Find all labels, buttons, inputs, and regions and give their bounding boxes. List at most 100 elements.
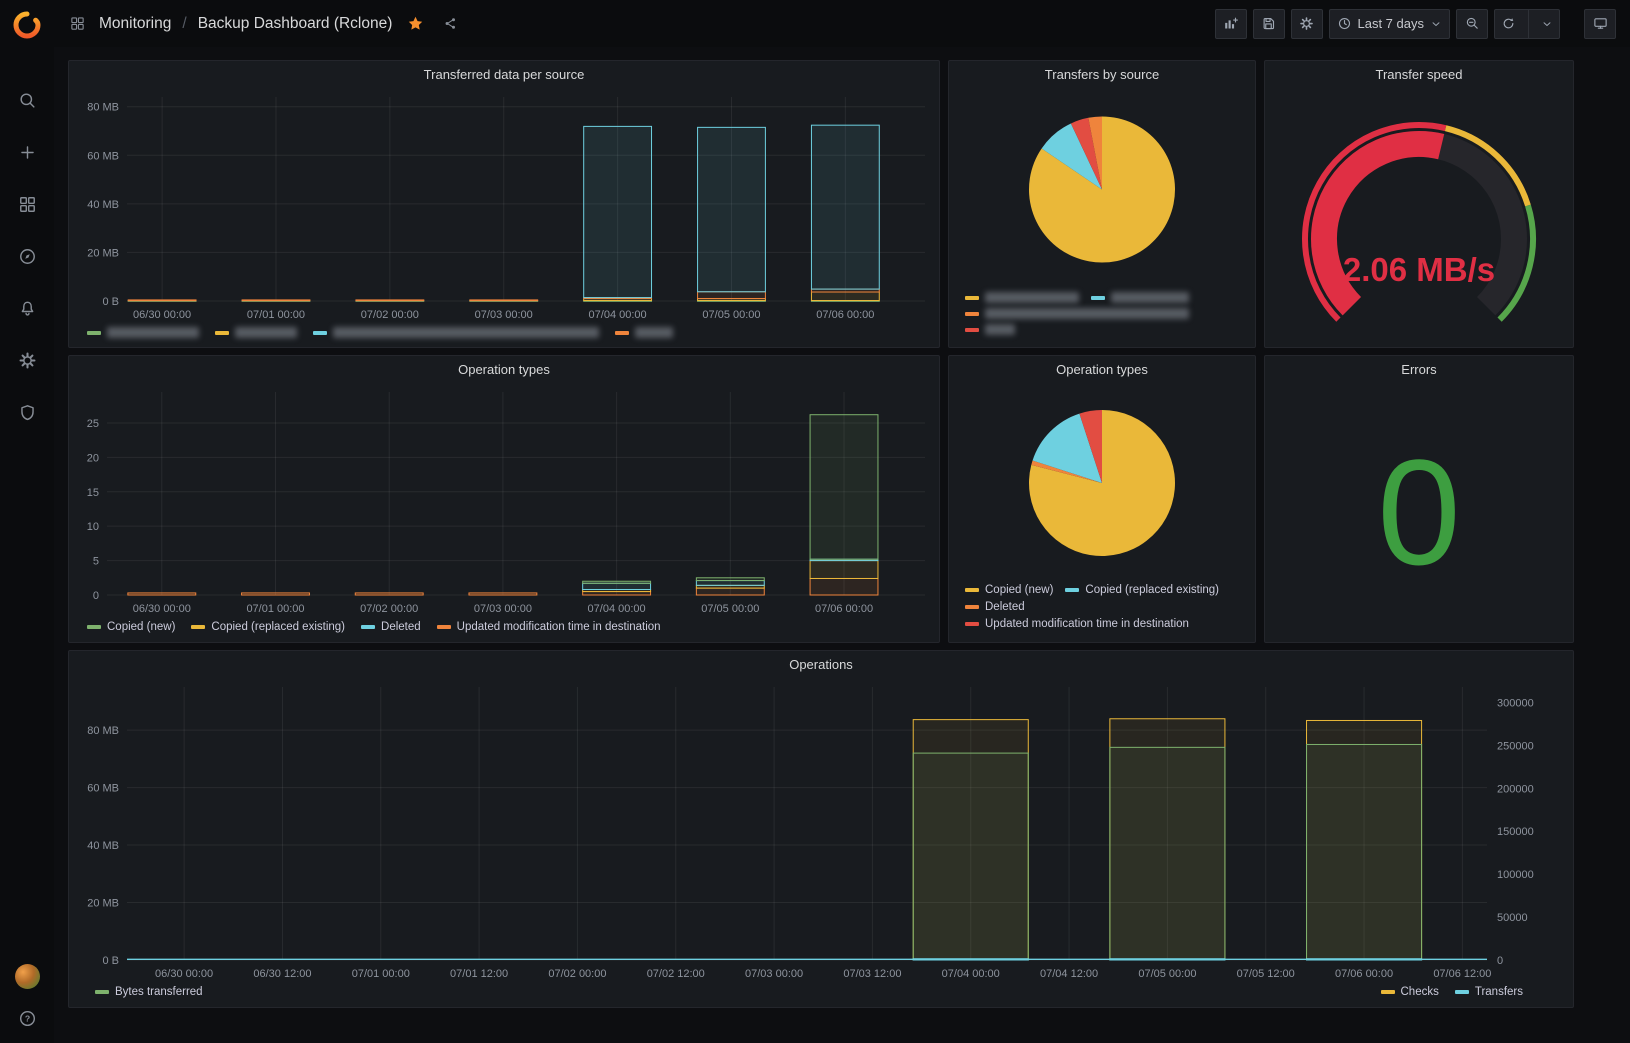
legend-label: Copied (replaced existing) [211, 621, 346, 633]
legend-marker [95, 990, 109, 994]
legend-item[interactable]: Deleted [361, 621, 421, 633]
add-icon[interactable] [12, 137, 42, 167]
legend-label: Bytes transferred [115, 986, 203, 998]
gauge-chart[interactable]: 2.06 MB/s [1265, 87, 1573, 347]
panel-title[interactable]: Transfers by source [949, 61, 1255, 87]
legend-item[interactable] [965, 324, 1015, 335]
svg-text:06/30 00:00: 06/30 00:00 [133, 603, 191, 615]
legend-marker [361, 625, 376, 629]
svg-text:07/04 12:00: 07/04 12:00 [1040, 968, 1098, 980]
legend-label: Deleted [985, 601, 1025, 613]
legend-item[interactable]: Copied (new) [965, 584, 1053, 596]
legend-marker [1091, 295, 1105, 300]
legend-item[interactable]: Checks [1380, 986, 1439, 998]
legend-item[interactable] [1091, 292, 1189, 303]
legend-item[interactable] [313, 327, 599, 338]
legend-marker [87, 625, 101, 629]
svg-text:07/05 00:00: 07/05 00:00 [1138, 968, 1196, 980]
save-dashboard-button[interactable] [1252, 8, 1285, 39]
legend-item[interactable] [965, 292, 1079, 303]
alerting-bell-icon[interactable] [12, 293, 42, 323]
refresh-interval-dropdown[interactable] [1535, 10, 1559, 38]
app-root: ? Monitoring / Backup Dashboard (Rclone) [0, 0, 1630, 1043]
svg-text:07/04 00:00: 07/04 00:00 [588, 603, 646, 615]
panel-operation-types-pie: Operation types Copied (new) Copied (repl… [948, 355, 1256, 643]
pie-chart[interactable] [949, 382, 1255, 584]
legend-label: Checks [1400, 986, 1439, 998]
explore-compass-icon[interactable] [12, 241, 42, 271]
panel-title[interactable]: Operation types [949, 356, 1255, 382]
legend-marker [1065, 588, 1080, 592]
svg-text:2.06 MB/s: 2.06 MB/s [1343, 251, 1495, 288]
star-icon[interactable] [403, 12, 427, 36]
svg-text:07/05 00:00: 07/05 00:00 [701, 603, 759, 615]
legend-item[interactable] [615, 327, 673, 338]
share-icon[interactable] [438, 12, 462, 36]
legend-label: Deleted [381, 621, 421, 633]
svg-text:60 MB: 60 MB [87, 783, 119, 795]
dashboards-grid-icon[interactable] [66, 13, 88, 35]
refresh-button[interactable] [1495, 10, 1522, 38]
cycle-view-button[interactable] [1584, 8, 1616, 39]
user-avatar[interactable] [14, 964, 40, 989]
legend-item[interactable]: Copied (replaced existing) [1065, 584, 1219, 596]
legend-item[interactable] [965, 308, 1189, 319]
time-range-label: Last 7 days [1357, 16, 1425, 31]
legend-marker [965, 295, 979, 300]
legend-item[interactable]: Transfers [1454, 986, 1523, 998]
svg-text:07/01 12:00: 07/01 12:00 [450, 968, 508, 980]
zoom-out-button[interactable] [1456, 8, 1488, 39]
legend-item[interactable]: Bytes transferred [95, 986, 203, 998]
refresh-button-group [1494, 8, 1560, 39]
page-title[interactable]: Backup Dashboard (Rclone) [198, 15, 393, 33]
dashboards-icon[interactable] [12, 189, 42, 219]
panel-title[interactable]: Operation types [69, 356, 939, 382]
time-series-chart[interactable]: 0 B 20 MB 40 MB 60 MB 80 MB 06/30 00:00 07/01 … [69, 87, 939, 325]
pie-chart[interactable] [949, 87, 1255, 292]
svg-text:300000: 300000 [1497, 697, 1534, 709]
help-icon[interactable]: ? [12, 1003, 42, 1033]
chart-legend: Bytes transferred Checks Transfers [69, 984, 1573, 1007]
panel-transferred-data-per-source: Transferred data per source 0 B 20 MB 40 M… [68, 60, 940, 348]
breadcrumb-section[interactable]: Monitoring [99, 15, 171, 33]
panel-title[interactable]: Transfer speed [1265, 61, 1573, 87]
legend-marker [191, 625, 206, 629]
panel-title[interactable]: Transferred data per source [69, 61, 939, 87]
legend-marker [436, 625, 451, 629]
panel-transfer-speed: Transfer speed 2.06 MB/s [1264, 60, 1574, 348]
legend-item[interactable]: Updated modification time in destination [965, 618, 1189, 630]
legend-marker [615, 330, 629, 335]
redacted-legend-label [635, 327, 673, 338]
legend-item[interactable]: Copied (replaced existing) [191, 621, 345, 633]
breadcrumb: Monitoring / Backup Dashboard (Rclone) [66, 12, 462, 36]
time-series-chart[interactable]: 0 5 10 15 20 25 06/30 00:00 07/01 00:00 07/02 00… [69, 382, 939, 619]
panel-title[interactable]: Operations [69, 651, 1573, 677]
svg-text:150000: 150000 [1497, 826, 1534, 838]
sidebar-menu [12, 85, 42, 427]
legend-marker [215, 330, 229, 335]
configuration-gear-icon[interactable] [12, 345, 42, 375]
legend-item[interactable]: Deleted [965, 601, 1025, 613]
legend-marker [1380, 990, 1395, 994]
grafana-logo-icon[interactable] [11, 9, 43, 41]
dashboard-settings-button[interactable] [1290, 8, 1323, 39]
svg-text:07/03 00:00: 07/03 00:00 [745, 968, 803, 980]
legend-item[interactable]: Copied (new) [87, 621, 175, 633]
add-panel-button[interactable] [1214, 8, 1247, 39]
legend-item[interactable] [87, 327, 199, 338]
svg-text:07/04 00:00: 07/04 00:00 [589, 309, 647, 321]
svg-text:20 MB: 20 MB [87, 247, 119, 259]
legend-label: Updated modification time in destination [985, 618, 1189, 630]
legend-label: Copied (replaced existing) [1085, 584, 1220, 596]
legend-item[interactable] [215, 327, 297, 338]
panel-title[interactable]: Errors [1265, 356, 1573, 382]
chart-legend: Copied (new) Copied (replaced existing) De… [949, 584, 1255, 642]
time-range-picker[interactable]: Last 7 days [1328, 8, 1450, 39]
panel-operations: Operations 0 B 20 MB 40 MB 60 MB 80 MB 0 50000… [68, 650, 1574, 1008]
legend-item[interactable]: Updated modification time in destination [436, 621, 661, 633]
time-series-chart[interactable]: 0 B 20 MB 40 MB 60 MB 80 MB 0 50000 100000 15000… [69, 677, 1573, 984]
legend-marker [313, 330, 327, 335]
search-icon[interactable] [12, 85, 42, 115]
server-admin-shield-icon[interactable] [12, 397, 42, 427]
button-divider [1528, 9, 1529, 38]
